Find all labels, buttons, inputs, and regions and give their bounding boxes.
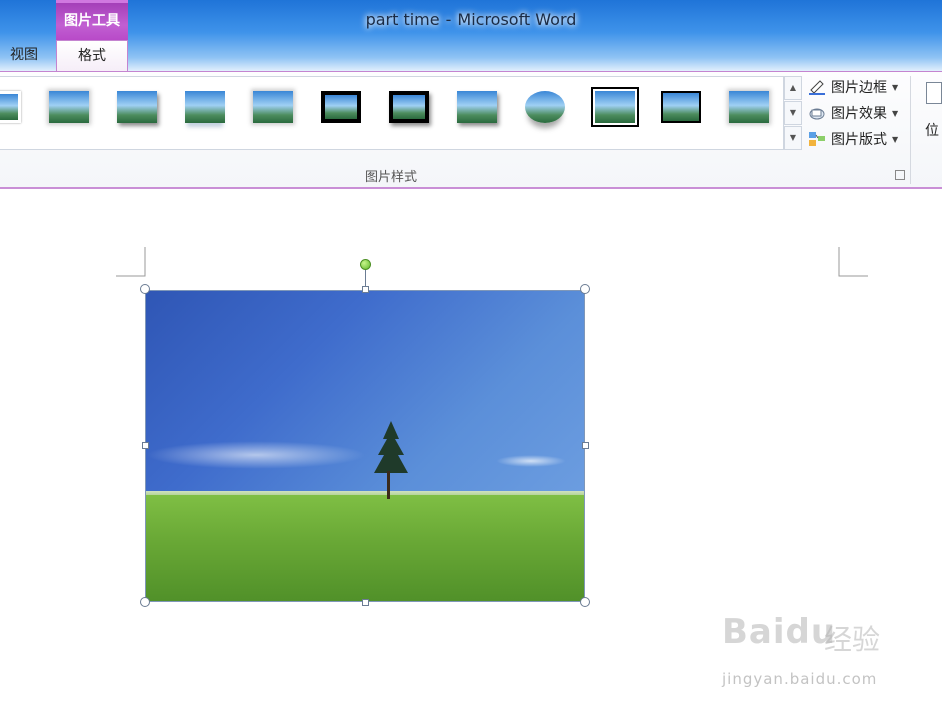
app-name: Microsoft Word xyxy=(457,10,577,29)
pencil-icon xyxy=(808,79,826,95)
window-title: part time - Microsoft Word xyxy=(0,10,942,29)
rotate-handle[interactable] xyxy=(360,259,371,270)
watermark-url: jingyan.baidu.com xyxy=(722,670,878,688)
picture-style-10[interactable] xyxy=(591,87,639,127)
picture-border-label: 图片边框 xyxy=(831,80,887,96)
position-icon[interactable] xyxy=(926,82,942,104)
document-name: part time xyxy=(365,10,440,29)
watermark-logo: Baidu xyxy=(722,612,837,652)
image-grass xyxy=(146,495,584,601)
image-cloud xyxy=(146,441,366,469)
tree-graphic xyxy=(374,421,408,473)
picture-style-8[interactable] xyxy=(457,91,497,123)
picture-style-11[interactable] xyxy=(661,91,701,123)
picture-style-6[interactable] xyxy=(321,91,361,123)
group-divider xyxy=(910,76,911,184)
picture-style-2[interactable] xyxy=(49,91,89,123)
style-thumbnail xyxy=(591,87,639,127)
picture-style-7[interactable] xyxy=(389,91,429,123)
position-label[interactable]: 位 xyxy=(925,120,939,140)
resize-handle-top-left[interactable] xyxy=(140,284,150,294)
selected-picture[interactable] xyxy=(145,290,585,602)
landscape-image[interactable] xyxy=(145,290,585,602)
ribbon: ▲ ▼ ▼ 图片边框 ▼ 图片效果 ▼ 图片版式 ▼ 图片样式 位 xyxy=(0,71,942,189)
picture-style-5[interactable] xyxy=(253,91,293,123)
style-thumbnail xyxy=(0,91,21,123)
resize-handle-bottom-right[interactable] xyxy=(580,597,590,607)
margin-mark-right xyxy=(838,247,868,277)
gallery-scroll-up[interactable]: ▲ xyxy=(784,76,802,100)
picture-style-12[interactable] xyxy=(729,91,769,123)
picture-effects-button[interactable]: 图片效果 ▼ xyxy=(808,102,898,124)
picture-tools-group: 图片工具 xyxy=(56,0,128,40)
picture-style-4[interactable] xyxy=(185,91,225,123)
chevron-down-icon: ▼ xyxy=(892,134,899,144)
resize-handle-top-right[interactable] xyxy=(580,284,590,294)
image-cloud xyxy=(496,455,566,467)
resize-handle-left[interactable] xyxy=(142,442,149,449)
style-thumbnail xyxy=(253,91,293,123)
baidu-jingyan-watermark: Baidu 经验 jingyan.baidu.com xyxy=(722,612,942,692)
picture-tools-label: 图片工具 xyxy=(64,13,120,29)
resize-handle-top[interactable] xyxy=(362,286,369,293)
smartart-layout-icon xyxy=(808,131,826,147)
dialog-launcher-icon[interactable] xyxy=(895,170,905,180)
style-thumbnail xyxy=(729,91,769,123)
effects-icon xyxy=(808,105,826,121)
gallery-scroll-down[interactable]: ▼ xyxy=(784,101,802,125)
tree-trunk xyxy=(387,471,390,499)
margin-mark-left xyxy=(116,247,146,277)
title-bar: part time - Microsoft Word xyxy=(0,0,942,72)
style-thumbnail xyxy=(661,91,701,123)
gallery-more-button[interactable]: ▼ xyxy=(784,126,802,150)
picture-layout-label: 图片版式 xyxy=(831,132,887,148)
picture-styles-gallery xyxy=(0,76,784,150)
tab-view[interactable]: 视图 xyxy=(0,40,48,71)
style-thumbnail xyxy=(389,91,429,123)
resize-handle-bottom-left[interactable] xyxy=(140,597,150,607)
tab-format[interactable]: 格式 xyxy=(56,40,128,71)
style-thumbnail xyxy=(525,91,565,123)
style-thumbnail xyxy=(49,91,89,123)
resize-handle-bottom[interactable] xyxy=(362,599,369,606)
title-separator: - xyxy=(445,10,452,29)
picture-effects-label: 图片效果 xyxy=(831,106,887,122)
picture-border-button[interactable]: 图片边框 ▼ xyxy=(808,76,898,98)
style-thumbnail xyxy=(457,91,497,123)
style-thumbnail xyxy=(321,91,361,123)
resize-handle-right[interactable] xyxy=(582,442,589,449)
style-thumbnail xyxy=(117,91,157,123)
picture-layout-button[interactable]: 图片版式 ▼ xyxy=(808,128,898,150)
chevron-down-icon: ▼ xyxy=(892,82,899,92)
picture-styles-group-label: 图片样式 xyxy=(364,170,417,185)
picture-style-3[interactable] xyxy=(117,91,157,123)
watermark-cn: 经验 xyxy=(824,623,881,656)
picture-style-9[interactable] xyxy=(525,91,565,123)
style-thumbnail xyxy=(185,91,225,123)
picture-style-1[interactable] xyxy=(0,91,21,123)
chevron-down-icon: ▼ xyxy=(892,108,899,118)
